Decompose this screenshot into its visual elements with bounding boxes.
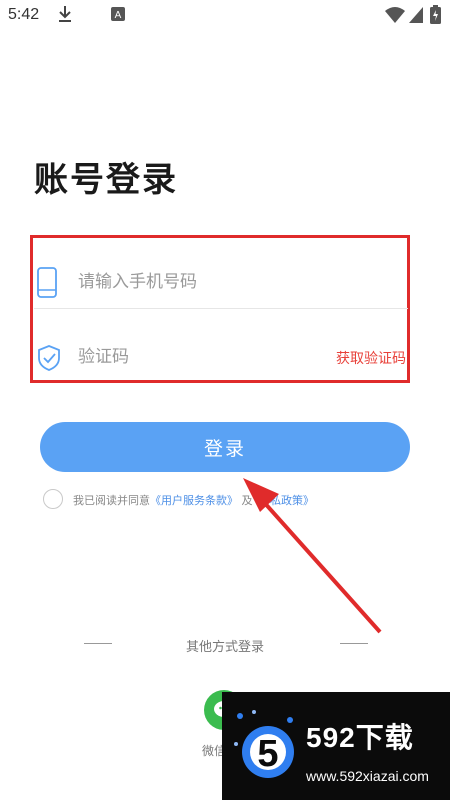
login-button[interactable]: 登录	[40, 422, 410, 472]
keyboard-a-icon: A	[111, 7, 125, 21]
get-code-button[interactable]: 获取验证码	[336, 348, 406, 368]
download-icon	[59, 6, 71, 22]
watermark: 5 592下载 www.592xiazai.com	[222, 692, 450, 800]
page-title: 账号登录	[34, 160, 178, 200]
privacy-link[interactable]: 私政策》	[270, 494, 314, 507]
svg-text:5: 5	[257, 733, 278, 775]
other-login-right-line	[340, 643, 368, 644]
status-bar: 5:42 A	[0, 0, 450, 32]
code-input[interactable]	[78, 342, 328, 372]
battery-icon	[430, 5, 441, 24]
wifi-icon	[385, 7, 405, 23]
watermark-url: www.592xiazai.com	[306, 768, 429, 784]
terms-link[interactable]: 《用户服务条款》	[150, 494, 238, 507]
phone-input[interactable]	[78, 267, 328, 297]
watermark-brand: 592下载	[306, 722, 414, 753]
code-row: 获取验证码	[30, 320, 410, 394]
signal-icon	[409, 7, 423, 23]
agreement-checkbox[interactable]	[43, 489, 63, 509]
annotation-arrow	[243, 478, 382, 634]
other-login-label: 其他方式登录	[185, 640, 264, 655]
input-divider	[34, 308, 408, 309]
agreement-text: 我已阅读并同意《用户服务条款》 及 私政策》	[73, 492, 314, 508]
agreement-and: 及	[241, 494, 253, 507]
agreement-prefix: 我已阅读并同意	[73, 494, 150, 507]
svg-text:A: A	[115, 10, 122, 21]
status-time: 5:42	[8, 6, 40, 23]
shield-check-icon	[38, 345, 60, 371]
phone-icon	[37, 267, 57, 298]
brand-logo-icon: 5	[234, 710, 294, 778]
